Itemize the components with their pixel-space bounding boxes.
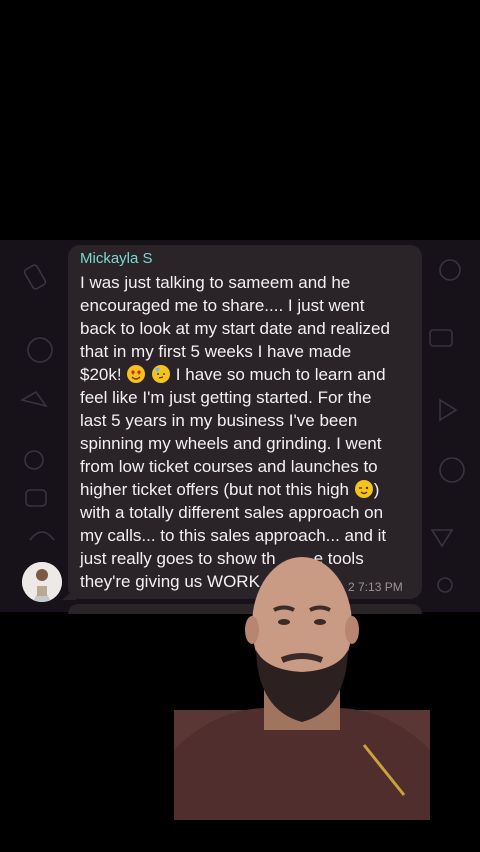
message-line: with a totally different sales approach … <box>80 503 384 522</box>
message-line: feel like I'm just getting started. For … <box>80 388 372 407</box>
message-line: $20k! I have so much to learn and <box>80 363 418 386</box>
message-line: last 5 years in my business I've been <box>80 411 358 430</box>
message-line: I was just talking to sameem and he <box>80 273 351 292</box>
message-line: higher ticket offers (but not this high … <box>80 478 418 501</box>
message-line: encouraged me to share.... I just went <box>80 296 365 315</box>
partying-face-emoji-icon <box>152 365 171 383</box>
message-line: from low ticket courses and launches to <box>80 457 378 476</box>
message-line: back to look at my start date and realiz… <box>80 319 390 338</box>
winking-face-emoji-icon <box>354 480 373 498</box>
message-segment: $20k! <box>80 365 122 384</box>
sender-avatar[interactable] <box>22 562 62 602</box>
message-segment: ) <box>373 480 380 499</box>
presenter-video-overlay <box>174 557 430 820</box>
heart-eyes-emoji-icon <box>127 365 146 383</box>
message-line: spinning my wheels and grinding. I went <box>80 434 382 453</box>
avatar-photo <box>22 562 62 602</box>
message-line: that in my first 5 weeks I have made <box>80 342 352 361</box>
message-segment: higher ticket offers (but not this high <box>80 480 350 499</box>
sender-name[interactable]: Mickayla S <box>80 250 153 268</box>
message-segment: I have so much to learn and <box>175 365 386 384</box>
